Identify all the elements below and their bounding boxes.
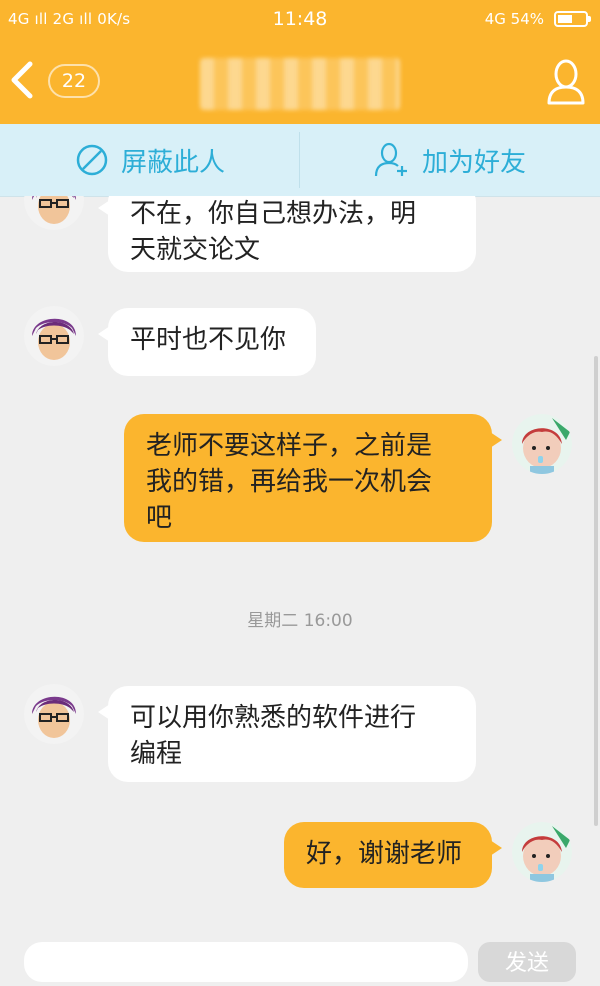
block-user-button[interactable]: 屏蔽此人: [0, 124, 300, 196]
message-text: 我的错，再给我一次机会: [146, 467, 433, 497]
message-text: 吧: [146, 503, 173, 533]
chat-header: 22: [0, 40, 600, 124]
user-icon: [547, 59, 585, 105]
teacher-avatar-icon: [24, 196, 84, 230]
block-user-label: 屏蔽此人: [120, 147, 225, 178]
timestamp-divider: 星期二 16:00: [247, 611, 353, 631]
my-avatar-icon: [512, 822, 572, 882]
message-text: 老师不要这样子，之前是: [146, 431, 433, 461]
chevron-left-icon: [11, 61, 33, 99]
message-bubble-received[interactable]: 可以用你熟悉的软件进行 编程: [98, 686, 476, 782]
add-friend-button[interactable]: 加为好友: [300, 124, 600, 196]
blurred-contact-name: [200, 58, 400, 110]
message-text: 可以用你熟悉的软件进行: [130, 703, 417, 733]
back-button[interactable]: [6, 60, 40, 100]
input-bar: 发送: [0, 926, 600, 982]
battery-status: 4G 54%: [484, 10, 544, 28]
top-bar: 4G ıll 2G ıll 0K/s 11:48 4G 54% 22: [0, 0, 600, 124]
teacher-avatar[interactable]: [24, 684, 84, 744]
message-text: 编程: [130, 739, 183, 769]
my-avatar-icon: [512, 414, 572, 474]
battery-icon: [554, 11, 591, 27]
message-bubble-sent[interactable]: 好，谢谢老师: [284, 822, 502, 888]
teacher-avatar-icon: [24, 306, 84, 366]
message-bubble-received[interactable]: 不在，你自己想办法，明 天就交论文: [98, 196, 476, 272]
message-text: 天就交论文: [130, 235, 261, 265]
message-input[interactable]: [24, 942, 468, 982]
message-list[interactable]: 不在，你自己想办法，明 天就交论文 平时也不见你 老师不要这样子，之前是 我的错…: [0, 196, 600, 926]
stranger-action-bar: 屏蔽此人 加为好友: [0, 124, 600, 197]
message-bubble-received[interactable]: 平时也不见你: [98, 308, 316, 376]
block-icon: [76, 144, 108, 176]
message-text: 不在，你自己想办法，明: [130, 199, 417, 229]
message-bubble-sent[interactable]: 老师不要这样子，之前是 我的错，再给我一次机会 吧: [124, 414, 502, 542]
add-user-icon: [374, 142, 407, 177]
chat-scrollbar[interactable]: [594, 356, 598, 826]
send-button[interactable]: 发送: [478, 942, 576, 982]
status-bar: 4G ıll 2G ıll 0K/s 11:48 4G 54%: [0, 0, 600, 40]
unread-count-badge[interactable]: 22: [48, 64, 100, 98]
profile-button[interactable]: [546, 58, 586, 106]
teacher-avatar-icon: [24, 684, 84, 744]
teacher-avatar[interactable]: [24, 306, 84, 366]
add-friend-label: 加为好友: [421, 147, 526, 178]
teacher-avatar[interactable]: [24, 196, 84, 230]
my-avatar[interactable]: [512, 414, 572, 474]
my-avatar[interactable]: [512, 822, 572, 882]
